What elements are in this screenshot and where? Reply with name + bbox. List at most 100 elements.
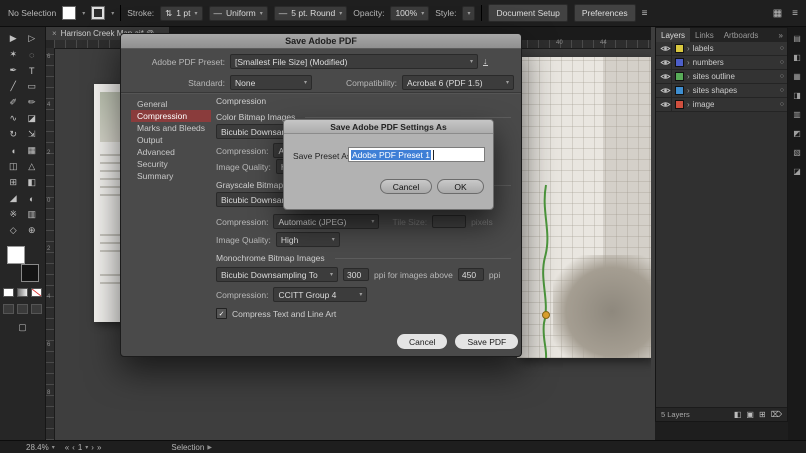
symbols-panel-icon[interactable]: ◨ [793,91,801,100]
cancel-button[interactable]: Cancel [397,334,448,349]
brush-definition-dropdown[interactable]: — Uniform ▾ [208,5,268,21]
standard-dropdown[interactable]: None ▾ [230,75,312,90]
transparency-panel-icon[interactable]: ▧ [793,148,801,157]
shaper-tool[interactable]: ∿ [5,112,21,125]
sidebar-item-compression[interactable]: Compression [131,110,211,122]
document-setup-button[interactable]: Document Setup [488,4,568,22]
appearance-panel-icon[interactable]: ◪ [793,167,801,176]
compress-text-checkbox[interactable]: ✓ [216,308,227,319]
stroke-color-swatch[interactable] [20,264,39,282]
layer-row[interactable]: › numbers ○ [656,56,787,70]
variable-width-profile-dropdown[interactable]: — 5 pt. Round ▾ [273,5,348,21]
workspace-switcher-icon[interactable]: ▦ [773,8,782,19]
style-dropdown[interactable]: ▾ [462,5,476,21]
layer-row[interactable]: › image ○ [656,98,787,112]
target-circle-icon[interactable]: ○ [780,45,784,52]
symbol-sprayer-tool[interactable]: ※ [5,208,21,221]
tab-layers[interactable]: Layers [656,28,691,42]
pencil-tool[interactable]: ✏ [24,96,40,109]
lasso-tool[interactable]: ◌ [24,48,40,61]
mono-ppi-field[interactable]: 300 [343,268,369,281]
close-icon[interactable]: × [52,29,57,38]
direct-selection-tool[interactable]: ▷ [24,32,40,45]
target-circle-icon[interactable]: ○ [780,59,784,66]
expand-chevron-icon[interactable]: › [687,44,690,53]
swatches-panel-icon[interactable]: ◧ [793,53,801,62]
next-artboard-button[interactable]: › [91,443,94,452]
stroke-weight-stepper[interactable]: ⇅ 1 pt ▾ [160,5,203,21]
target-circle-icon[interactable]: ○ [780,87,784,94]
sidebar-item-advanced[interactable]: Advanced [131,146,211,158]
zoom-tool[interactable]: ⊕ [24,224,40,237]
target-circle-icon[interactable]: ○ [780,73,784,80]
zoom-level-dropdown[interactable]: 28.4% ▾ [26,443,55,452]
preset-ok-button[interactable]: OK [437,179,484,194]
first-artboard-button[interactable]: « [65,443,69,452]
last-artboard-button[interactable]: » [97,443,101,452]
eyedropper-tool[interactable]: ◢ [5,192,21,205]
visibility-eye-icon[interactable] [659,70,672,83]
width-tool[interactable]: ◖ [5,144,21,157]
draw-behind-button[interactable] [17,304,28,314]
tile-size-field[interactable] [432,215,467,228]
make-mask-icon[interactable]: ◧ [734,410,742,419]
tab-artboards[interactable]: Artboards [719,28,764,42]
preferences-button[interactable]: Preferences [573,4,636,22]
visibility-eye-icon[interactable] [659,42,672,55]
save-pdf-button[interactable]: Save PDF [455,334,519,349]
visibility-eye-icon[interactable] [659,98,672,111]
rectangle-tool[interactable]: ▭ [24,80,40,93]
screen-mode-icon[interactable]: ▢ [18,322,27,333]
layer-row[interactable]: › labels ○ [656,42,787,56]
blend-tool[interactable]: ◐ [24,192,40,205]
stroke-swatch[interactable] [91,6,106,20]
new-sublayer-icon[interactable]: ▣ [746,410,754,419]
expand-chevron-icon[interactable]: › [687,72,690,81]
draw-inside-button[interactable] [31,304,42,314]
save-preset-icon[interactable]: ↓ [483,57,488,66]
hand-tool[interactable]: ◇ [5,224,21,237]
selection-tool[interactable]: ▶ [5,32,21,45]
stroke-panel-icon[interactable]: ▥ [793,110,801,119]
tab-links[interactable]: Links [690,28,719,42]
color-button[interactable] [3,288,14,297]
draw-normal-button[interactable] [3,304,14,314]
compatibility-dropdown[interactable]: Acrobat 6 (PDF 1.5) ▾ [402,75,514,90]
mono-compression-dropdown[interactable]: CCITT Group 4 ▾ [273,287,368,302]
target-circle-icon[interactable]: ○ [780,101,784,108]
expand-chevron-icon[interactable]: › [687,86,690,95]
pdf-preset-dropdown[interactable]: [Smallest File Size] (Modified) ▾ [230,54,478,69]
new-layer-icon[interactable]: ⊞ [759,410,766,419]
preset-name-input[interactable]: Adobe PDF Preset 1 [348,147,485,162]
mesh-tool[interactable]: ⊞ [5,176,21,189]
free-transform-tool[interactable]: ▦ [24,144,40,157]
collapse-panel-icon[interactable]: » [775,31,787,40]
visibility-eye-icon[interactable] [659,56,672,69]
type-tool[interactable]: T [24,64,40,77]
rotate-tool[interactable]: ↻ [5,128,21,141]
layer-row[interactable]: › sites outline ○ [656,70,787,84]
sidebar-item-output[interactable]: Output [131,134,211,146]
gradient-panel-icon[interactable]: ◩ [793,129,801,138]
paintbrush-tool[interactable]: ✐ [5,96,21,109]
perspective-grid-tool[interactable]: △ [24,160,40,173]
column-graph-tool[interactable]: ▥ [24,208,40,221]
delete-layer-icon[interactable]: ⌦ [771,410,782,419]
gradient-tool[interactable]: ◧ [24,176,40,189]
gray-compression-dropdown[interactable]: Automatic (JPEG) ▾ [273,214,380,229]
sidebar-item-summary[interactable]: Summary [131,170,211,182]
eraser-tool[interactable]: ◪ [24,112,40,125]
layer-row[interactable]: › sites shapes ○ [656,84,787,98]
shape-builder-tool[interactable]: ◫ [5,160,21,173]
sidebar-item-marks-and-bleeds[interactable]: Marks and Bleeds [131,122,211,134]
expand-chevron-icon[interactable]: › [687,58,690,67]
fill-color-swatch[interactable] [6,246,25,264]
gray-quality-dropdown[interactable]: High ▾ [275,232,340,247]
line-segment-tool[interactable]: ╱ [5,80,21,93]
gradient-button[interactable] [17,288,28,297]
pen-tool[interactable]: ✒ [5,64,21,77]
none-button[interactable] [31,288,42,297]
expand-chevron-icon[interactable]: › [687,100,690,109]
fill-caret-icon[interactable]: ▾ [82,10,85,17]
sidebar-item-general[interactable]: General [131,98,211,110]
